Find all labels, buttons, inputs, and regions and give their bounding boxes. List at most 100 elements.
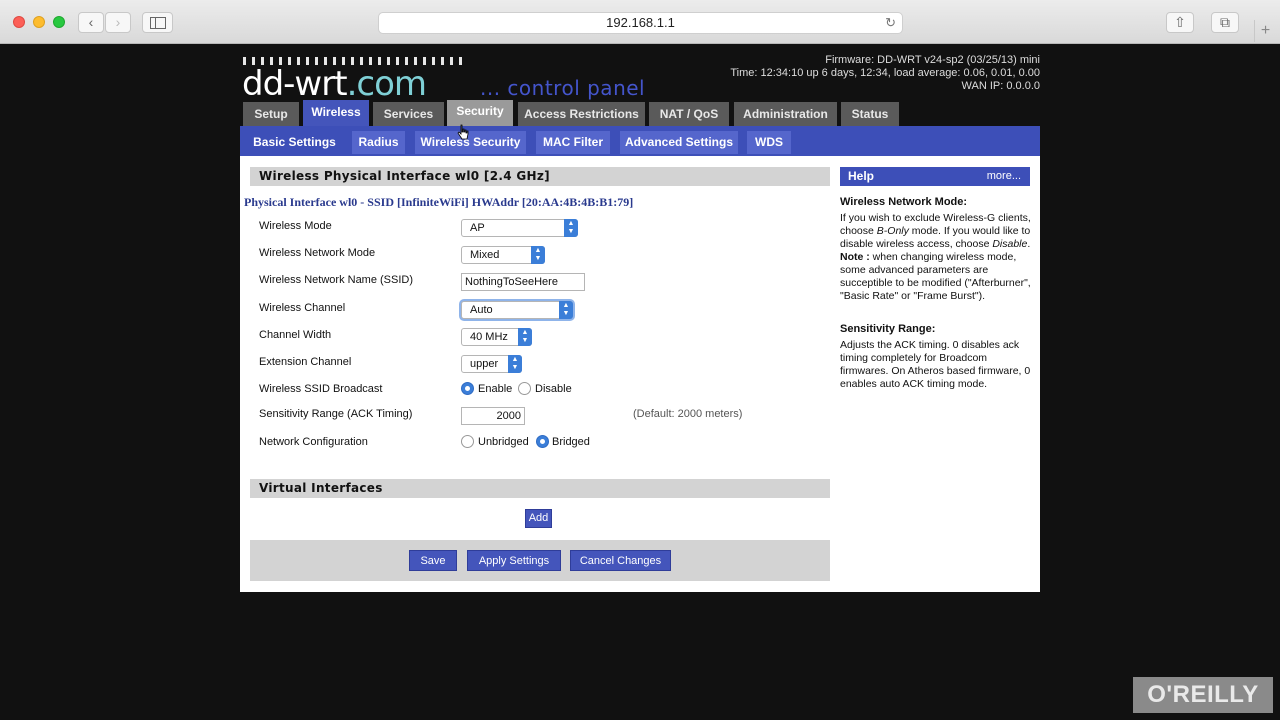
share-icon: ⇧	[1174, 14, 1186, 30]
add-virtual-interface-button[interactable]: Add	[525, 509, 552, 528]
address-bar[interactable]: 192.168.1.1 ↻	[378, 12, 903, 34]
uptime: Time: 12:34:10 up 6 days, 12:34, load av…	[730, 67, 1040, 79]
help-heading-mode: Wireless Network Mode:	[840, 196, 968, 208]
tabs-icon: ⧉	[1220, 14, 1230, 30]
chevron-right-icon: ›	[115, 14, 121, 30]
plus-icon: +	[1260, 22, 1271, 39]
control-panel-title: ... control panel	[480, 76, 646, 100]
network-mode-select[interactable]: Mixed ▲ ▼	[461, 246, 545, 264]
virtual-interfaces-title: Virtual Interfaces	[250, 479, 830, 498]
broadcast-disable-radio[interactable]	[518, 382, 531, 395]
select-arrows-icon: ▲ ▼	[564, 219, 578, 237]
extension-channel-select[interactable]: upper ▲ ▼	[461, 355, 522, 373]
tab-status[interactable]: Status	[841, 102, 899, 126]
minimize-window-button[interactable]	[33, 16, 45, 28]
subtab-wireless-security[interactable]: Wireless Security	[415, 131, 526, 154]
tab-security[interactable]: Security	[447, 100, 513, 126]
sidebar-toggle-button[interactable]	[142, 12, 173, 33]
tab-setup[interactable]: Setup	[243, 102, 299, 126]
subtab-radius[interactable]: Radius	[352, 131, 405, 154]
apply-settings-button[interactable]: Apply Settings	[467, 550, 561, 571]
help-more-link[interactable]: more...	[987, 167, 1021, 186]
sensitivity-input[interactable]: 2000	[461, 407, 525, 425]
mouse-cursor-icon	[457, 124, 469, 143]
channel-value: Auto	[470, 304, 493, 316]
button-bar: Save Apply Settings Cancel Changes	[250, 540, 830, 581]
help-sensitivity-text: Adjusts the ACK timing. 0 disables ack t…	[840, 339, 1031, 390]
tab-nat-qos[interactable]: NAT / QoS	[649, 102, 729, 126]
logo-tld: .com	[346, 64, 427, 104]
wireless-mode-select[interactable]: AP ▲ ▼	[461, 219, 578, 237]
subtab-wds[interactable]: WDS	[747, 131, 791, 154]
bridged-radio[interactable]	[536, 435, 549, 448]
url-text: 192.168.1.1	[606, 15, 675, 30]
reload-icon[interactable]: ↻	[885, 13, 896, 33]
back-button[interactable]: ‹	[78, 12, 104, 33]
wireless-mode-value: AP	[470, 222, 485, 234]
share-button[interactable]: ⇧	[1166, 12, 1194, 33]
zoom-window-button[interactable]	[53, 16, 65, 28]
sub-tabs: Basic Settings Radius Wireless Security …	[240, 126, 1040, 156]
tab-administration[interactable]: Administration	[734, 102, 837, 126]
help-mode-text: If you wish to exclude Wireless-G client…	[840, 212, 1032, 303]
sensitivity-default: (Default: 2000 meters)	[633, 408, 743, 420]
sidebar-icon	[149, 17, 166, 29]
help-text-italic: B-Only	[876, 225, 909, 237]
subtab-basic-settings[interactable]: Basic Settings	[248, 131, 341, 154]
network-config-label: Network Configuration	[259, 436, 368, 448]
broadcast-disable-label: Disable	[535, 383, 572, 395]
tab-wireless[interactable]: Wireless	[303, 100, 369, 126]
ssid-input[interactable]: NothingToSeeHere	[461, 273, 585, 291]
tab-overview-button[interactable]: ⧉	[1211, 12, 1239, 33]
physical-interface-label: Physical Interface wl0 - SSID [InfiniteW…	[244, 195, 634, 209]
firmware-info: Firmware: DD-WRT v24-sp2 (03/25/13) mini…	[730, 54, 1040, 93]
help-text: .	[1027, 238, 1031, 250]
help-body: Wireless Network Mode: If you wish to ex…	[840, 196, 1032, 391]
extension-channel-label: Extension Channel	[259, 356, 352, 368]
logo-main: dd-wrt	[242, 64, 348, 104]
broadcast-enable-radio[interactable]	[461, 382, 474, 395]
unbridged-label: Unbridged	[478, 436, 529, 448]
network-mode-value: Mixed	[470, 249, 500, 261]
new-tab-button[interactable]: +	[1254, 20, 1276, 42]
ssid-label: Wireless Network Name (SSID)	[259, 274, 414, 286]
channel-width-select[interactable]: 40 MHz ▲ ▼	[461, 328, 532, 346]
forward-button[interactable]: ›	[105, 12, 131, 33]
select-arrows-icon: ▲ ▼	[559, 301, 573, 319]
help-title: Help	[848, 169, 875, 183]
extension-channel-value: upper	[470, 358, 499, 370]
select-arrows-icon: ▲ ▼	[518, 328, 532, 346]
oreilly-watermark: O'REILLY	[1133, 677, 1273, 713]
browser-toolbar: ‹ › 192.168.1.1 ↻ ⇧ ⧉ +	[0, 0, 1280, 44]
cancel-changes-button[interactable]: Cancel Changes	[570, 550, 671, 571]
help-text-italic: Disable	[992, 238, 1028, 250]
ssid-broadcast-label: Wireless SSID Broadcast	[259, 383, 383, 395]
unbridged-radio[interactable]	[461, 435, 474, 448]
help-note-label: Note :	[840, 251, 870, 263]
subtab-mac-filter[interactable]: MAC Filter	[536, 131, 610, 154]
select-arrows-icon: ▲ ▼	[531, 246, 545, 264]
channel-width-label: Channel Width	[259, 329, 332, 341]
sensitivity-label: Sensitivity Range (ACK Timing)	[259, 408, 413, 420]
firmware-version: Firmware: DD-WRT v24-sp2 (03/25/13) mini	[825, 54, 1040, 66]
help-header: Help more...	[840, 167, 1030, 186]
bridged-label: Bridged	[552, 436, 590, 448]
section-title: Wireless Physical Interface wl0 [2.4 GHz…	[250, 167, 830, 186]
tab-services[interactable]: Services	[373, 102, 444, 126]
close-window-button[interactable]	[13, 16, 25, 28]
save-button[interactable]: Save	[409, 550, 457, 571]
tab-access-restrictions[interactable]: Access Restrictions	[518, 102, 645, 126]
chevron-left-icon: ‹	[88, 14, 94, 30]
main-content: Wireless Physical Interface wl0 [2.4 GHz…	[240, 156, 1040, 592]
help-heading-sensitivity: Sensitivity Range:	[840, 323, 936, 335]
broadcast-enable-label: Enable	[478, 383, 513, 395]
logo: dd-wrt.com	[242, 64, 427, 104]
wan-ip: WAN IP: 0.0.0.0	[961, 80, 1040, 92]
wireless-mode-label: Wireless Mode	[259, 220, 332, 232]
channel-width-value: 40 MHz	[470, 331, 508, 343]
network-mode-label: Wireless Network Mode	[259, 247, 376, 259]
subtab-advanced-settings[interactable]: Advanced Settings	[620, 131, 738, 154]
select-arrows-icon: ▲ ▼	[508, 355, 522, 373]
channel-select[interactable]: Auto ▲ ▼	[461, 301, 573, 319]
channel-label: Wireless Channel	[259, 302, 346, 314]
